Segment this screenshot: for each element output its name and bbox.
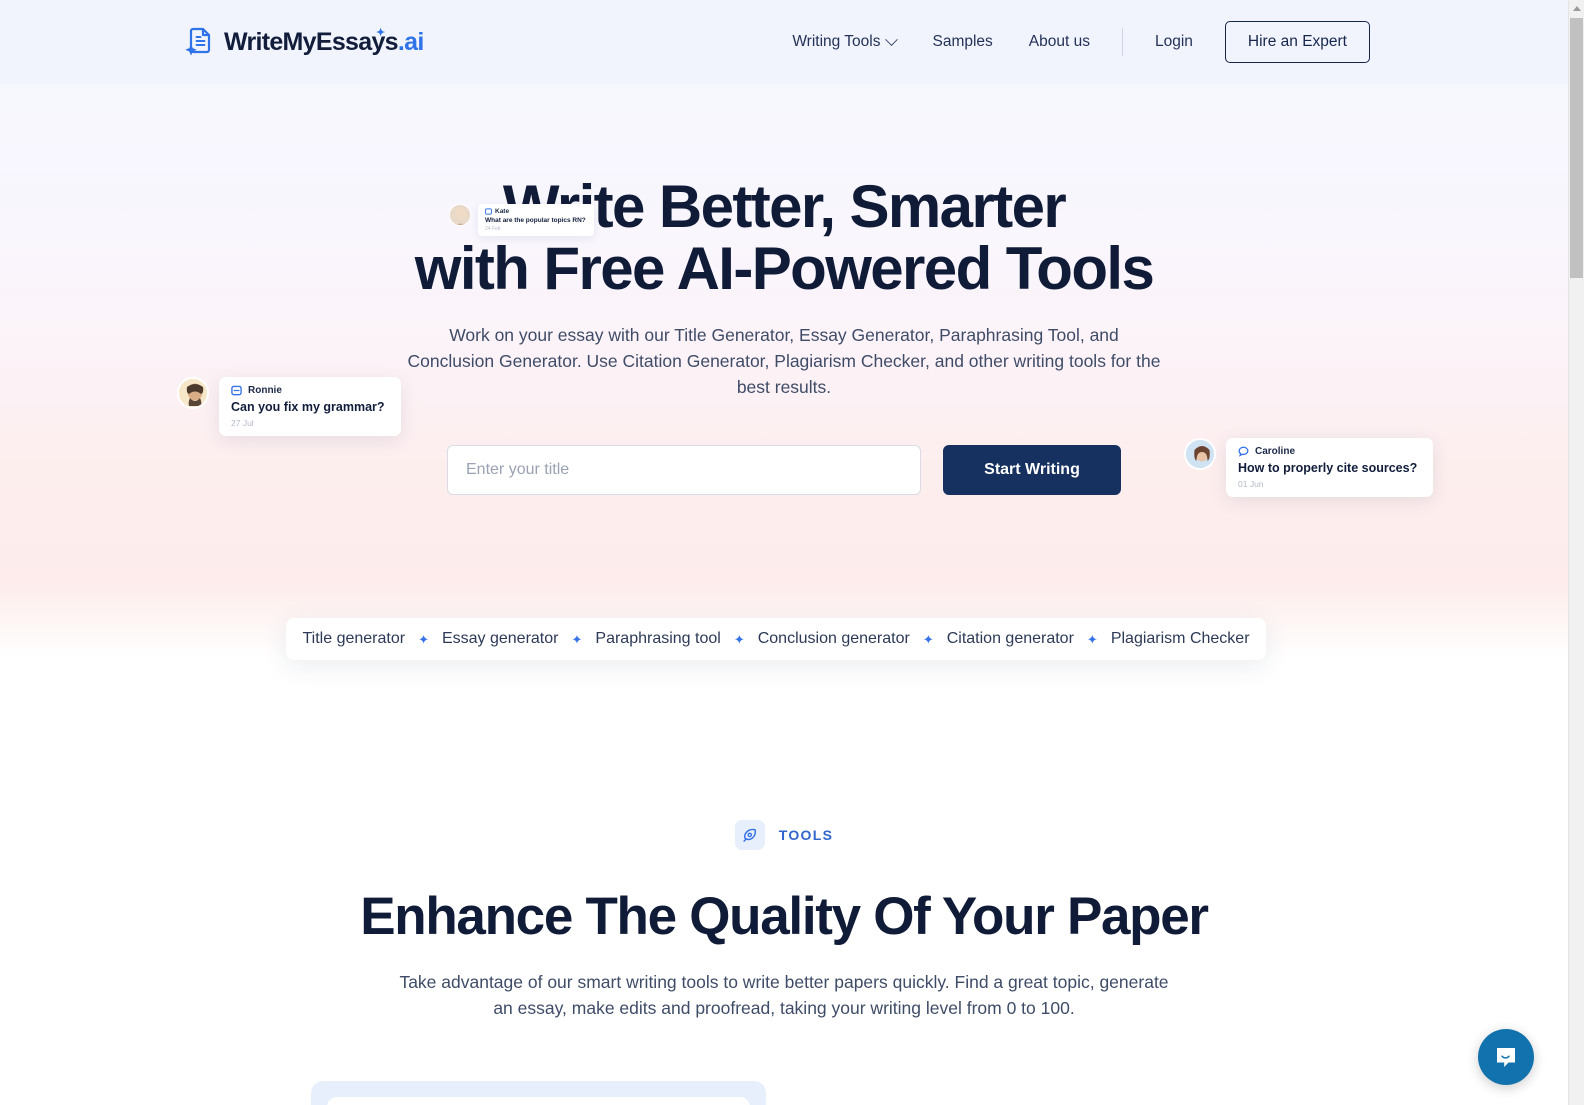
nav-item-samples[interactable]: Samples [914, 33, 1010, 51]
tools-section: TOOLS Enhance The Quality Of Your Paper … [0, 664, 1568, 1105]
sparkle-icon: ✦ [733, 631, 745, 647]
site-logo[interactable]: ✦ WriteMyEssays.ai [182, 22, 424, 62]
nav-label: Samples [932, 33, 993, 50]
hero-search-form: Start Writing [447, 445, 1121, 495]
tool-card-title-generator[interactable]: Title generator Topics: 12 [311, 1081, 766, 1105]
bubble-header: Kate [485, 208, 586, 215]
nav-divider [1121, 28, 1123, 56]
pill-link-paraphrasing-tool[interactable]: Paraphrasing tool [595, 630, 720, 648]
scroll-up-arrow-icon[interactable] [1569, 0, 1584, 17]
hero-section: Kate What are the popular topics RN? 24 … [0, 84, 1568, 664]
section-title: Enhance The Quality Of Your Paper [360, 887, 1209, 946]
sparkle-icon: ✦ [571, 631, 583, 647]
chat-bubble-ronnie: Ronnie Can you fix my grammar? 27 Jul [177, 377, 401, 436]
chat-bubble-kate: Kate What are the popular topics RN? 24 … [449, 204, 594, 236]
bubble-card: Caroline How to properly cite sources? 0… [1226, 438, 1434, 497]
avatar [449, 204, 471, 226]
nav-item-about-us[interactable]: About us [1011, 33, 1108, 51]
tool-card-inner: Title generator Topics: 12 [327, 1097, 750, 1105]
page-scrollbar[interactable] [1568, 0, 1584, 1105]
page-viewport: ✦ WriteMyEssays.ai Writing Tools Samples… [0, 0, 1568, 1105]
bubble-message: Can you fix my grammar? [231, 400, 385, 414]
nav-item-login[interactable]: Login [1137, 33, 1211, 51]
section-badge-label: TOOLS [778, 827, 834, 843]
logo-name-primary: WriteMyEssays [224, 27, 399, 56]
bubble-name: Caroline [1255, 446, 1296, 457]
nav-label: About us [1028, 33, 1090, 50]
chevron-down-icon [885, 32, 899, 46]
pill-link-citation-generator[interactable]: Citation generator [947, 630, 1074, 648]
chat-widget-button[interactable] [1478, 1029, 1534, 1085]
pill-link-essay-generator[interactable]: Essay generator [442, 630, 559, 648]
nav-item-writing-tools[interactable]: Writing Tools [774, 32, 914, 51]
chat-square-icon [485, 208, 492, 215]
title-input[interactable] [447, 445, 921, 495]
page-title: Write Better, Smarter with Free AI-Power… [384, 176, 1184, 300]
hire-an-expert-button[interactable]: Hire an Expert [1224, 21, 1370, 63]
nav-label: Login [1154, 33, 1193, 50]
chat-bubble-icon [1238, 446, 1249, 457]
sparkle-icon: ✦ [922, 631, 934, 647]
tools-pill-bar: Title generator ✦ Essay generator ✦ Para… [286, 618, 1266, 660]
pill-link-title-generator[interactable]: Title generator [302, 630, 405, 648]
nav-label: Writing Tools [792, 33, 881, 50]
pen-nib-icon [734, 820, 765, 850]
bubble-date: 24 Feb [485, 226, 501, 232]
bubble-name: Kate [495, 208, 510, 215]
pill-link-plagiarism-checker[interactable]: Plagiarism Checker [1111, 630, 1250, 648]
hero-subtitle: Work on your essay with our Title Genera… [407, 325, 1161, 397]
bubble-message: What are the popular topics RN? [485, 217, 586, 224]
sparkle-icon: ✦ [1086, 631, 1098, 647]
pill-link-conclusion-generator[interactable]: Conclusion generator [758, 630, 910, 648]
bubble-date: 27 Jul [231, 418, 254, 428]
sparkle-icon: ✦ [418, 631, 429, 647]
bubble-message: How to properly cite sources? [1238, 461, 1418, 475]
tools-pill-strip: Title generator ✦ Essay generator ✦ Para… [286, 618, 1266, 660]
logo-wordmark: ✦ WriteMyEssays.ai [224, 26, 424, 57]
scrollbar-thumb[interactable] [1570, 18, 1583, 278]
bubble-header: Caroline [1238, 446, 1417, 457]
bubble-name: Ronnie [248, 385, 282, 396]
section-subtitle: Take advantage of our smart writing tool… [399, 972, 1169, 1018]
chat-widget-icon [1497, 1048, 1515, 1067]
bubble-card: Ronnie Can you fix my grammar? 27 Jul [219, 377, 401, 436]
chat-square-icon [231, 385, 242, 396]
logo-name-suffix: .ai [397, 27, 424, 56]
tool-cards-row: Title generator Topics: 12 T T [0, 1081, 1568, 1105]
avatar [1184, 438, 1216, 470]
avatar [177, 377, 209, 409]
section-badge: TOOLS [0, 820, 1568, 850]
logo-spark-icon: ✦ [376, 26, 385, 39]
chat-bubble-caroline: Caroline How to properly cite sources? 0… [1184, 438, 1434, 497]
start-writing-button[interactable]: Start Writing [943, 445, 1121, 495]
site-header: ✦ WriteMyEssays.ai Writing Tools Samples… [0, 0, 1568, 84]
main-navigation: Writing Tools Samples About us Login Hir… [774, 21, 1568, 63]
bubble-card: Kate What are the popular topics RN? 24 … [478, 204, 594, 236]
document-sparkle-icon [182, 24, 218, 60]
bubble-header: Ronnie [231, 385, 385, 396]
bubble-date: 01 Jun [1238, 479, 1264, 489]
hero-title-line-2: with Free AI-Powered Tools [414, 235, 1155, 302]
